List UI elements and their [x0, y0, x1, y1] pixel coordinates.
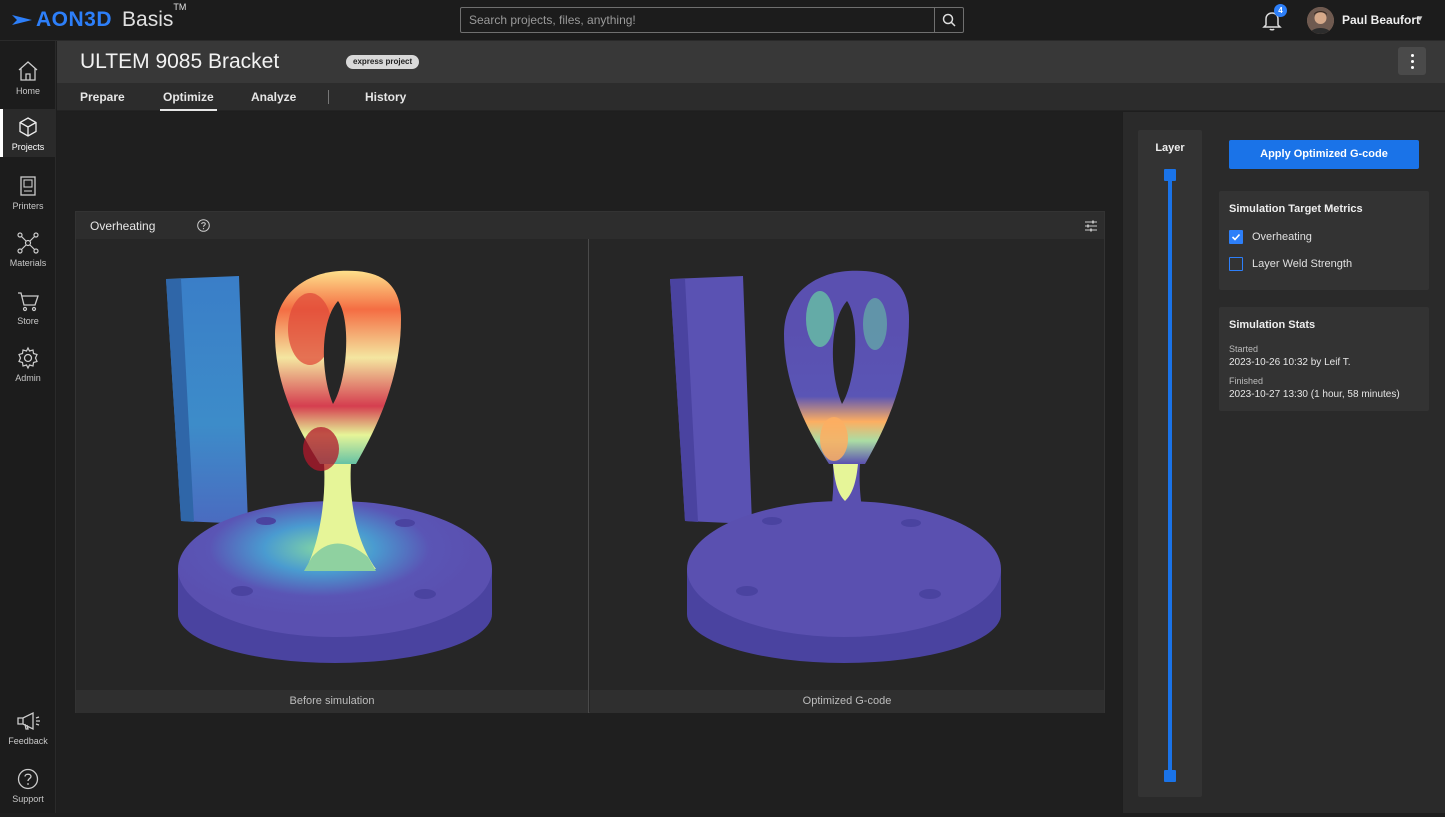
- user-name[interactable]: Paul Beaufort: [1342, 13, 1420, 27]
- sidebar-item-printers[interactable]: Printers: [0, 172, 56, 224]
- search-input[interactable]: [461, 8, 934, 32]
- simulation-target-metrics-card: Simulation Target Metrics Overheating La…: [1219, 191, 1429, 290]
- kebab-dot-icon: [1410, 59, 1414, 63]
- tab-history[interactable]: History: [365, 90, 406, 104]
- search-icon: [942, 13, 956, 27]
- layer-title: Layer: [1155, 142, 1185, 154]
- overheating-label: Overheating: [1252, 231, 1312, 243]
- before-simulation-render: [166, 270, 492, 663]
- before-simulation-caption: Before simulation: [76, 690, 588, 713]
- sidebar-item-label: Home: [15, 86, 40, 96]
- notification-badge: 4: [1274, 4, 1287, 17]
- status-badge: express project: [346, 55, 420, 69]
- sidebar-item-label: Support: [12, 794, 44, 804]
- sidebar-item-admin[interactable]: Admin: [0, 344, 56, 396]
- optimized-gcode-pane[interactable]: Optimized G-code: [590, 239, 1104, 713]
- layer-weld-strength-checkbox[interactable]: [1229, 257, 1243, 271]
- gear-icon: [18, 346, 38, 370]
- avatar-image: [1307, 7, 1334, 34]
- finished-value: 2023-10-27 13:30 (1 hour, 58 minutes): [1229, 389, 1400, 400]
- apply-optimized-gcode-button[interactable]: Apply Optimized G-code: [1229, 140, 1419, 169]
- sidebar-item-projects[interactable]: Projects: [0, 109, 56, 157]
- layer-slider-top-handle[interactable]: [1164, 169, 1176, 181]
- metrics-title: Simulation Target Metrics: [1229, 203, 1363, 215]
- layer-weld-strength-option[interactable]: Layer Weld Strength: [1229, 257, 1352, 271]
- tab-prepare[interactable]: Prepare: [80, 90, 125, 104]
- megaphone-icon: [17, 711, 40, 731]
- overheating-checkbox[interactable]: [1229, 230, 1243, 244]
- sidebar: Home Projects Printers Materials Store A…: [0, 41, 56, 813]
- sidebar-item-label: Printers: [12, 201, 44, 211]
- layer-slider-track[interactable]: [1168, 174, 1172, 776]
- question-icon: [17, 768, 39, 790]
- cube-icon: [19, 117, 37, 137]
- optimized-gcode-render: [670, 270, 1001, 663]
- project-tabs: Prepare Optimize Analyze History: [57, 83, 1445, 111]
- search-button[interactable]: [934, 8, 963, 32]
- sidebar-item-label: Admin: [15, 373, 41, 383]
- kebab-dot-icon: [1410, 53, 1414, 57]
- printer-icon: [20, 176, 36, 196]
- top-bar: AON3D BasisTM 4 Paul Beaufort ▼: [0, 0, 1445, 41]
- sidebar-item-home[interactable]: Home: [0, 57, 56, 109]
- sidebar-item-label: Materials: [9, 258, 47, 268]
- home-icon: [18, 61, 38, 81]
- sidebar-item-label: Projects: [11, 142, 45, 152]
- molecule-icon: [17, 232, 39, 254]
- sidebar-item-support[interactable]: Support: [0, 765, 56, 817]
- simulation-stats-card: Simulation Stats Started 2023-10-26 10:3…: [1219, 307, 1429, 411]
- layer-slider-bottom-handle[interactable]: [1164, 770, 1176, 782]
- layer-weld-strength-label: Layer Weld Strength: [1252, 258, 1353, 270]
- optimized-gcode-caption: Optimized G-code: [590, 690, 1104, 713]
- sidebar-item-label: Feedback: [8, 736, 48, 746]
- tab-divider: [328, 90, 329, 104]
- avatar[interactable]: [1307, 7, 1334, 34]
- logo-product: BasisTM: [122, 2, 187, 31]
- finished-label: Finished: [1229, 376, 1264, 386]
- logo-arrow-icon: [12, 15, 32, 25]
- started-label: Started: [1229, 344, 1259, 354]
- tab-optimize[interactable]: Optimize: [160, 90, 217, 111]
- sidebar-item-label: Store: [17, 316, 39, 326]
- simulation-viewer: Overheating Before simulation Optimized …: [75, 211, 1105, 713]
- sidebar-item-store[interactable]: Store: [0, 287, 56, 339]
- page-title: ULTEM 9085 Bracket: [80, 50, 280, 73]
- checkmark-icon: [1231, 233, 1241, 241]
- cart-icon: [18, 292, 39, 312]
- overheating-option[interactable]: Overheating: [1229, 230, 1312, 244]
- tab-analyze[interactable]: Analyze: [251, 90, 296, 104]
- started-value: 2023-10-26 10:32 by Leif T.: [1229, 357, 1351, 368]
- more-options-button[interactable]: [1398, 47, 1426, 75]
- viewer-header: Overheating: [76, 212, 1104, 239]
- search-bar: [460, 7, 964, 33]
- stats-title: Simulation Stats: [1229, 319, 1316, 331]
- logo-brand: AON3D: [36, 8, 113, 31]
- sidebar-item-materials[interactable]: Materials: [0, 229, 56, 281]
- kebab-dot-icon: [1410, 65, 1414, 69]
- app-logo[interactable]: AON3D BasisTM: [12, 2, 187, 32]
- settings-sliders-icon[interactable]: [1084, 219, 1098, 233]
- before-simulation-pane[interactable]: Before simulation: [76, 239, 589, 713]
- user-menu-caret-icon[interactable]: ▼: [1416, 14, 1424, 23]
- sidebar-item-feedback[interactable]: Feedback: [0, 707, 56, 759]
- viewer-title: Overheating: [90, 219, 156, 233]
- help-icon[interactable]: [197, 219, 210, 232]
- layer-slider-panel: Layer: [1138, 130, 1202, 797]
- project-header: ULTEM 9085 Bracket express project: [57, 41, 1445, 83]
